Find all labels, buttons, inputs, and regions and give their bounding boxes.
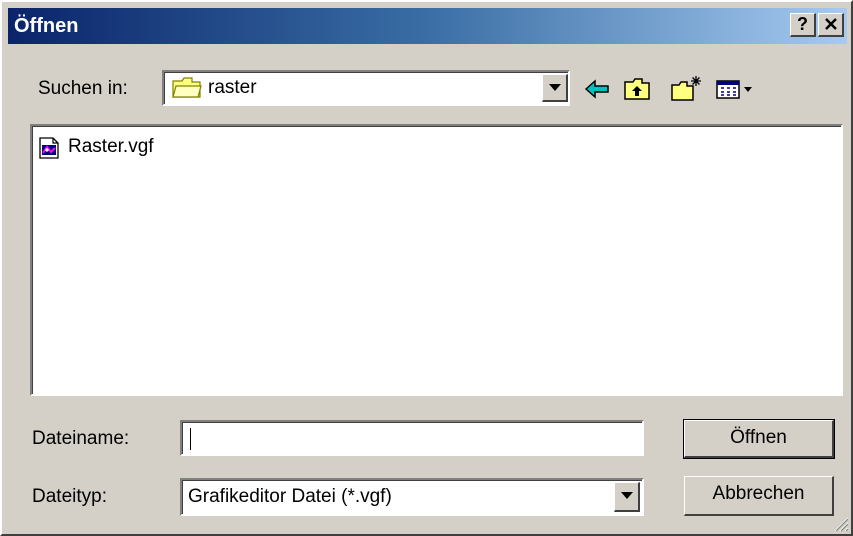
view-menu-icon bbox=[716, 80, 752, 99]
close-icon bbox=[824, 18, 837, 30]
up-folder-button[interactable] bbox=[622, 74, 652, 104]
filename-input[interactable] bbox=[180, 420, 644, 456]
cancel-button[interactable]: Abbrechen bbox=[684, 476, 834, 516]
chevron-down-icon bbox=[548, 84, 561, 91]
look-in-label: Suchen in: bbox=[38, 78, 128, 99]
open-dialog: Öffnen ? Suchen in: raster Raster.vgf Da… bbox=[0, 0, 853, 536]
look-in-combo[interactable]: raster bbox=[162, 70, 570, 106]
resize-grip-icon[interactable] bbox=[831, 514, 849, 532]
folder-icon bbox=[172, 77, 202, 98]
file-name: Raster.vgf bbox=[68, 136, 154, 157]
back-arrow-icon bbox=[584, 79, 609, 99]
up-folder-icon bbox=[624, 78, 650, 100]
vgf-file-icon bbox=[39, 137, 59, 159]
help-button[interactable]: ? bbox=[790, 13, 816, 37]
new-folder-icon bbox=[671, 76, 701, 101]
chevron-down-icon bbox=[620, 492, 633, 499]
filetype-value: Grafikeditor Datei (*.vgf) bbox=[188, 486, 392, 507]
new-folder-button[interactable] bbox=[670, 74, 701, 104]
look-in-dropdown-button[interactable] bbox=[542, 74, 568, 102]
filename-label: Dateiname: bbox=[32, 428, 130, 449]
look-in-value: raster bbox=[208, 77, 257, 98]
filetype-dropdown-button[interactable] bbox=[614, 482, 640, 512]
open-button[interactable]: Öffnen bbox=[683, 419, 835, 459]
filetype-combo[interactable]: Grafikeditor Datei (*.vgf) bbox=[180, 478, 644, 516]
filetype-label: Dateityp: bbox=[32, 486, 107, 507]
view-menu-button[interactable] bbox=[714, 74, 758, 104]
text-caret bbox=[190, 428, 191, 450]
file-list[interactable]: Raster.vgf bbox=[30, 124, 843, 396]
title-bar[interactable]: Öffnen ? bbox=[8, 8, 847, 44]
dialog-title: Öffnen bbox=[14, 15, 79, 37]
close-button[interactable] bbox=[818, 13, 844, 37]
back-button[interactable] bbox=[582, 74, 612, 104]
